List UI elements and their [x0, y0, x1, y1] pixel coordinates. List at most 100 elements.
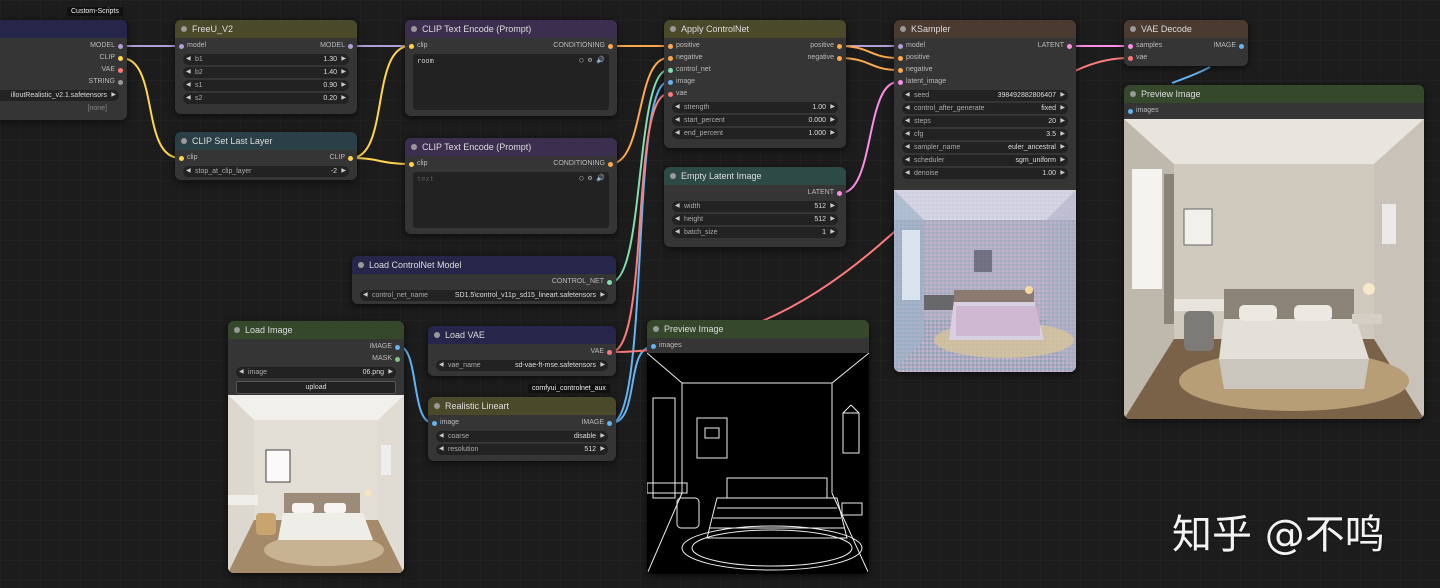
settings-volume-icon[interactable]: ○ ⚙ 🔊 [579, 56, 605, 64]
input-dot[interactable] [668, 91, 673, 97]
output-dot[interactable] [348, 43, 353, 49]
arrow-left-icon[interactable]: ◀ [675, 128, 680, 139]
arrow-left-icon[interactable]: ◀ [675, 214, 680, 225]
preview-mid-io[interactable]: images [647, 340, 869, 352]
arrow-right-icon[interactable]: ▶ [830, 214, 835, 225]
arrow-right-icon[interactable]: ▶ [1060, 168, 1065, 179]
output-dot[interactable] [837, 43, 842, 49]
loadimg-io-mask[interactable]: MASK [228, 353, 404, 365]
arrow-right-icon[interactable]: ▶ [830, 115, 835, 126]
decode-io-vae[interactable]: vae [1124, 52, 1248, 64]
arrow-right-icon[interactable]: ▶ [830, 128, 835, 139]
arrow-left-icon[interactable]: ◀ [905, 116, 910, 127]
input-dot[interactable] [898, 67, 903, 73]
input-dot[interactable] [1128, 108, 1133, 114]
arrow-right-icon[interactable]: ▶ [1060, 129, 1065, 140]
widget-s1[interactable]: ◀ s1 0.90 ▶ [183, 80, 349, 91]
apply-io-positive[interactable]: positive positive [664, 40, 846, 52]
node-title[interactable]: Preview Image [647, 320, 869, 338]
input-dot[interactable] [668, 55, 673, 61]
input-dot[interactable] [898, 79, 903, 85]
decode-io-samples[interactable]: samples IMAGE [1124, 40, 1248, 52]
output-dot[interactable] [118, 67, 123, 73]
arrow-left-icon[interactable]: ◀ [675, 102, 680, 113]
node-load-controlnet-model[interactable]: Load ControlNet Model CONTROL_NET ◀ contr… [352, 256, 616, 304]
output-dot[interactable] [607, 279, 612, 285]
output-dot[interactable] [607, 349, 612, 355]
clipneg-io[interactable]: clip CONDITIONING [405, 158, 617, 170]
arrow-left-icon[interactable]: ◀ [239, 367, 244, 378]
node-title[interactable]: FreeU_V2 [175, 20, 357, 38]
node-title[interactable]: Realistic Lineart [428, 397, 616, 415]
settings-volume-icon[interactable]: ○ ⚙ 🔊 [579, 174, 605, 182]
ks-io-positive[interactable]: positive [894, 52, 1076, 64]
widget-cfg[interactable]: ◀ cfg 3.5 ▶ [902, 129, 1068, 140]
input-dot[interactable] [409, 161, 414, 167]
arrow-right-icon[interactable]: ▶ [1060, 103, 1065, 114]
node-title[interactable]: KSampler [894, 20, 1076, 38]
output-dot[interactable] [608, 43, 613, 49]
widget-strength[interactable]: ◀ strength 1.00 ▶ [672, 102, 838, 113]
arrow-left-icon[interactable]: ◀ [439, 444, 444, 455]
node-clip-text-encode-positive[interactable]: CLIP Text Encode (Prompt) clip CONDITIONI… [405, 20, 617, 116]
node-clip-set-last-layer[interactable]: CLIP Set Last Layer clip CLIP ◀ stop_at_cl… [175, 132, 357, 180]
arrow-right-icon[interactable]: ▶ [388, 367, 393, 378]
apply-io-negative[interactable]: negative negative [664, 52, 846, 64]
lineart-io[interactable]: image IMAGE [428, 417, 616, 429]
arrow-right-icon[interactable]: ▶ [600, 360, 605, 371]
apply-io-control-net[interactable]: control_net [664, 64, 846, 76]
arrow-right-icon[interactable]: ▶ [830, 227, 835, 238]
arrow-left-icon[interactable]: ◀ [186, 54, 191, 65]
arrow-left-icon[interactable]: ◀ [905, 168, 910, 179]
clippos-io[interactable]: clip CONDITIONING [405, 40, 617, 52]
input-dot[interactable] [179, 43, 184, 49]
ks-io-negative[interactable]: negative [894, 64, 1076, 76]
widget-ckpt-name[interactable]: illoutRealistic_v2.1.safetensors ▶ [0, 90, 119, 101]
apply-io-image[interactable]: image [664, 76, 846, 88]
node-apply-controlnet[interactable]: Apply ControlNet positive positive negati… [664, 20, 846, 148]
widget-width[interactable]: ◀ width 512 ▶ [672, 201, 838, 212]
input-dot[interactable] [668, 67, 673, 73]
node-title[interactable]: Load ControlNet Model [352, 256, 616, 274]
widget-seed[interactable]: ◀ seed 398492882806407 ▶ [902, 90, 1068, 101]
arrow-right-icon[interactable]: ▶ [111, 90, 116, 101]
widget-start-percent[interactable]: ◀ start_percent 0.000 ▶ [672, 115, 838, 126]
arrow-right-icon[interactable]: ▶ [1060, 142, 1065, 153]
arrow-right-icon[interactable]: ▶ [341, 67, 346, 78]
loadvae-io[interactable]: VAE [428, 346, 616, 358]
latent-io[interactable]: LATENT [664, 187, 846, 199]
output-dot[interactable] [118, 55, 123, 61]
input-dot[interactable] [898, 43, 903, 49]
node-title[interactable] [0, 20, 127, 38]
output-dot[interactable] [1067, 43, 1072, 49]
widget-none[interactable]: [none] [0, 103, 119, 114]
widget-b1[interactable]: ◀ b1 1.30 ▶ [183, 54, 349, 65]
apply-io-vae[interactable]: vae [664, 88, 846, 100]
node-title[interactable]: CLIP Text Encode (Prompt) [405, 138, 617, 156]
arrow-right-icon[interactable]: ▶ [341, 54, 346, 65]
arrow-right-icon[interactable]: ▶ [341, 166, 346, 177]
arrow-right-icon[interactable]: ▶ [1060, 116, 1065, 127]
node-title[interactable]: Load Image [228, 321, 404, 339]
arrow-left-icon[interactable]: ◀ [186, 166, 191, 177]
cliplast-io[interactable]: clip CLIP [175, 152, 357, 164]
input-dot[interactable] [1128, 55, 1133, 61]
widget-steps[interactable]: ◀ steps 20 ▶ [902, 116, 1068, 127]
output-clip[interactable]: CLIP [0, 52, 127, 64]
node-checkpoint-loader[interactable]: MODEL CLIP VAE STRING illoutRealistic_v2… [0, 20, 127, 120]
output-dot[interactable] [608, 161, 613, 167]
output-dot[interactable] [837, 190, 842, 196]
output-dot[interactable] [837, 55, 842, 61]
node-title[interactable]: Load VAE [428, 326, 616, 344]
node-preview-image-lineart[interactable]: Preview Image images [647, 320, 869, 574]
node-title[interactable]: Empty Latent Image [664, 167, 846, 185]
arrow-left-icon[interactable]: ◀ [905, 90, 910, 101]
input-dot[interactable] [179, 155, 184, 161]
widget-vae-name[interactable]: ◀ vae_name sd-vae-ft-mse.safetensors ▶ [436, 360, 608, 371]
widget-s2[interactable]: ◀ s2 0.20 ▶ [183, 93, 349, 104]
widget-batch-size[interactable]: ◀ batch_size 1 ▶ [672, 227, 838, 238]
input-dot[interactable] [668, 43, 673, 49]
arrow-right-icon[interactable]: ▶ [600, 431, 605, 442]
output-vae[interactable]: VAE [0, 64, 127, 76]
node-vae-decode[interactable]: VAE Decode samples IMAGE vae [1124, 20, 1248, 66]
